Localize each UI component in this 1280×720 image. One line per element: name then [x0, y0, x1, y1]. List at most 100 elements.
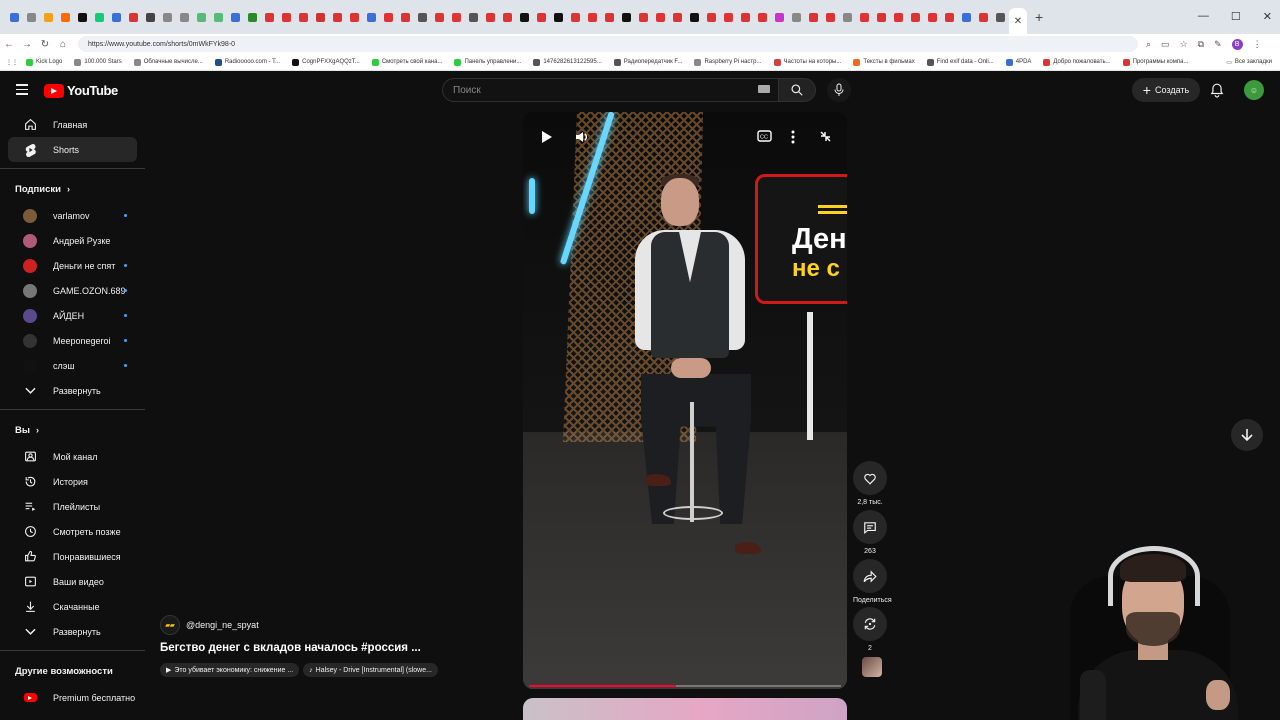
browser-tab[interactable]: [74, 9, 91, 26]
search-input[interactable]: Поиск: [442, 78, 778, 102]
browser-tab[interactable]: [57, 9, 74, 26]
cast-icon[interactable]: ▭: [1161, 39, 1170, 50]
account-avatar[interactable]: ☺: [1244, 80, 1264, 100]
browser-tab[interactable]: [992, 9, 1009, 26]
browser-tab[interactable]: [975, 9, 992, 26]
captions-button[interactable]: CC: [757, 130, 772, 142]
browser-tab[interactable]: [397, 9, 414, 26]
home-page-icon[interactable]: ⌂: [54, 39, 72, 50]
sidebar-item-subscription[interactable]: Андрей Рузке: [8, 228, 137, 253]
browser-tab[interactable]: [652, 9, 669, 26]
browser-tab[interactable]: [448, 9, 465, 26]
back-icon[interactable]: ←: [0, 39, 18, 50]
browser-tab[interactable]: [380, 9, 397, 26]
channel-avatar[interactable]: ▰▰: [160, 615, 180, 635]
youtube-logo[interactable]: YouTube: [44, 83, 118, 98]
bookmark-item[interactable]: 1476282613122595...: [533, 58, 602, 66]
browser-tab[interactable]: [873, 9, 890, 26]
browser-tab[interactable]: [771, 9, 788, 26]
browser-tab[interactable]: [278, 9, 295, 26]
sidebar-item-premium[interactable]: Premium бесплатно: [8, 685, 137, 710]
browser-tab[interactable]: [754, 9, 771, 26]
remix-button[interactable]: [853, 607, 887, 641]
more-options-button[interactable]: [791, 130, 795, 144]
browser-tab[interactable]: [686, 9, 703, 26]
profile-avatar[interactable]: B: [1231, 38, 1243, 50]
sidebar-item-history[interactable]: История: [8, 469, 137, 494]
sound-thumbnail[interactable]: [862, 657, 882, 677]
browser-tab[interactable]: [210, 9, 227, 26]
sidebar-item-your-videos[interactable]: Ваши видео: [8, 569, 137, 594]
expand-you-button[interactable]: Развернуть: [8, 619, 137, 644]
sidebar-item-subscription[interactable]: GAME.OZON.689: [8, 278, 137, 303]
browser-tab[interactable]: [958, 9, 975, 26]
browser-tab[interactable]: [567, 9, 584, 26]
bookmark-item[interactable]: Find exif data - Onli...: [926, 58, 994, 66]
bookmark-item[interactable]: Смотреть свой кана...: [371, 58, 442, 66]
close-icon[interactable]: ✕: [1263, 10, 1272, 23]
apps-icon[interactable]: ⋮⋮: [6, 59, 18, 66]
sidebar-item-subscription[interactable]: varlamov: [8, 203, 137, 228]
browser-tab[interactable]: [295, 9, 312, 26]
sidebar-item-subscription[interactable]: слэш: [8, 353, 137, 378]
bookmark-item[interactable]: Добро пожаловать...: [1043, 58, 1111, 66]
browser-tab[interactable]: [176, 9, 193, 26]
browser-tab[interactable]: [465, 9, 482, 26]
browser-tab[interactable]: [533, 9, 550, 26]
active-browser-tab[interactable]: ✕: [1009, 8, 1027, 34]
next-video-button[interactable]: [1231, 419, 1263, 451]
zoom-icon[interactable]: ⌕: [1146, 39, 1151, 50]
bookmark-item[interactable]: Частоты на которы...: [773, 58, 841, 66]
browser-tab[interactable]: [635, 9, 652, 26]
browser-tab[interactable]: [584, 9, 601, 26]
reload-icon[interactable]: ↻: [36, 39, 54, 50]
menu-dots-icon[interactable]: ⋮: [1253, 39, 1262, 50]
browser-tab[interactable]: [601, 9, 618, 26]
subscriptions-header[interactable]: Подписки ›: [0, 175, 145, 203]
bookmark-item[interactable]: 100.000 Stars: [74, 58, 122, 66]
minimize-icon[interactable]: —: [1198, 10, 1209, 23]
bookmark-item[interactable]: Raspberry Pi настр...: [694, 58, 762, 66]
menu-icon[interactable]: [16, 84, 28, 95]
sidebar-item-subscription[interactable]: Meeponegeroi: [8, 328, 137, 353]
keyboard-icon[interactable]: [758, 85, 770, 93]
shorts-video-player[interactable]: Ден не с CC: [523, 112, 847, 689]
bookmark-item[interactable]: Радиопередатчик F...: [613, 58, 682, 66]
browser-tab[interactable]: [159, 9, 176, 26]
bookmark-item[interactable]: CognPFXXgAQQzT...: [292, 58, 360, 66]
browser-tab[interactable]: [737, 9, 754, 26]
video-title[interactable]: Бегство денег с вкладов началось #россия…: [160, 642, 421, 654]
browser-tab[interactable]: [499, 9, 516, 26]
sidebar-item-channel[interactable]: Мой канал: [8, 444, 137, 469]
tab-close-icon[interactable]: ✕: [1014, 16, 1022, 27]
browser-tab[interactable]: [924, 9, 941, 26]
volume-button[interactable]: [575, 130, 589, 144]
comment-button[interactable]: [853, 510, 887, 544]
sidebar-item-downloads[interactable]: Скачанные: [8, 594, 137, 619]
notifications-button[interactable]: [1210, 82, 1224, 103]
play-button[interactable]: [541, 130, 553, 144]
url-field[interactable]: https://www.youtube.com/shorts/0mWkFYk98…: [78, 36, 1138, 52]
browser-tab[interactable]: [907, 9, 924, 26]
browser-tab[interactable]: [941, 9, 958, 26]
extensions-icon[interactable]: ⧉: [1198, 39, 1204, 50]
sidebar-item-subscription[interactable]: АЙДЕН: [8, 303, 137, 328]
browser-tab[interactable]: [23, 9, 40, 26]
video-progress-bar[interactable]: [529, 685, 841, 687]
browser-tab[interactable]: [6, 9, 23, 26]
bookmark-item[interactable]: Тексты в фильмах: [853, 58, 915, 66]
bookmark-item[interactable]: Панель управлени...: [454, 58, 521, 66]
maximize-icon[interactable]: ☐: [1231, 10, 1241, 23]
related-video-chip[interactable]: ▶ Это убивает экономику: снижение ...: [160, 663, 300, 677]
channel-handle[interactable]: @dengi_ne_spyat: [186, 620, 259, 630]
sidebar-item-watch-later[interactable]: Смотреть позже: [8, 519, 137, 544]
browser-tab[interactable]: [40, 9, 57, 26]
search-button[interactable]: [778, 78, 816, 102]
next-short-preview[interactable]: [523, 698, 847, 720]
share-button[interactable]: [853, 559, 887, 593]
browser-tab[interactable]: [805, 9, 822, 26]
browser-tab[interactable]: [516, 9, 533, 26]
sound-chip[interactable]: ♪ Halsey - Drive [Instrumental] (slowe..…: [303, 663, 438, 677]
browser-tab[interactable]: [822, 9, 839, 26]
bookmark-star-icon[interactable]: ☆: [1180, 39, 1188, 50]
